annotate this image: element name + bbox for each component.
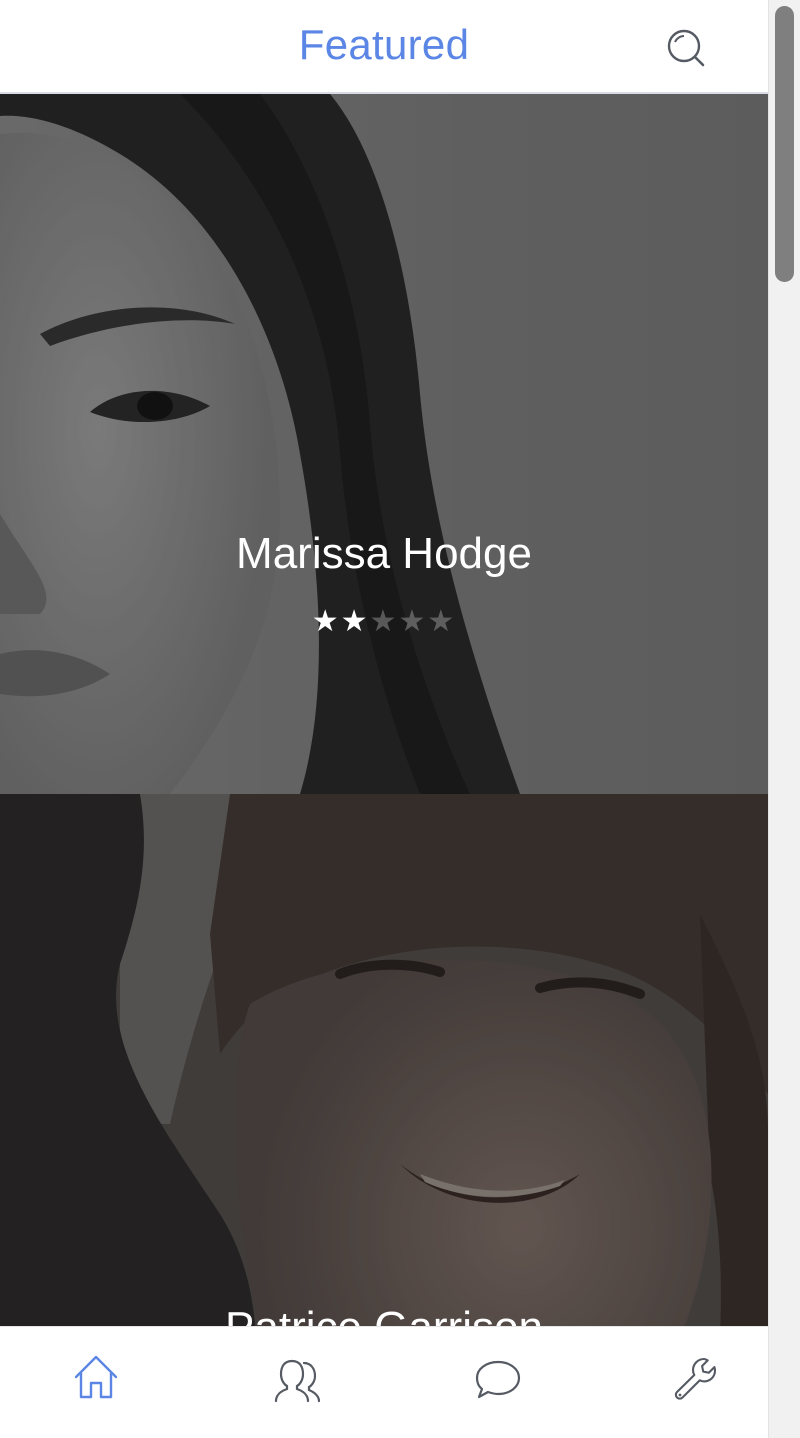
- bottom-tab-bar: [0, 1326, 768, 1438]
- page-title: Featured: [298, 21, 470, 68]
- app-viewport: Featured Marissa Hodge ★★★★★: [0, 0, 768, 1438]
- chat-bubble-icon: [475, 1360, 521, 1399]
- star-icon: ★: [340, 604, 370, 639]
- photo-dim-overlay: [0, 94, 768, 794]
- star-icon: ★: [311, 604, 341, 639]
- search-icon: [667, 29, 705, 67]
- star-icon: ★: [398, 604, 428, 639]
- scrollbar[interactable]: [768, 0, 800, 1438]
- star-icon: ★: [369, 604, 399, 639]
- scrollbar-thumb[interactable]: [775, 6, 794, 282]
- people-icon: [274, 1359, 321, 1403]
- home-icon: [74, 1355, 118, 1399]
- tab-messages[interactable]: [470, 1351, 526, 1407]
- rating-stars: ★★★★★: [0, 604, 768, 640]
- profile-name: Marissa Hodge: [236, 529, 532, 578]
- top-bar: Featured: [0, 0, 768, 94]
- tab-people[interactable]: [270, 1351, 326, 1407]
- profile-card[interactable]: Marissa Hodge ★★★★★: [0, 94, 768, 794]
- tab-settings[interactable]: [668, 1351, 724, 1407]
- star-icon: ★: [427, 604, 457, 639]
- tab-home[interactable]: [68, 1351, 124, 1407]
- search-button[interactable]: [660, 26, 712, 70]
- wrench-icon: [674, 1357, 717, 1400]
